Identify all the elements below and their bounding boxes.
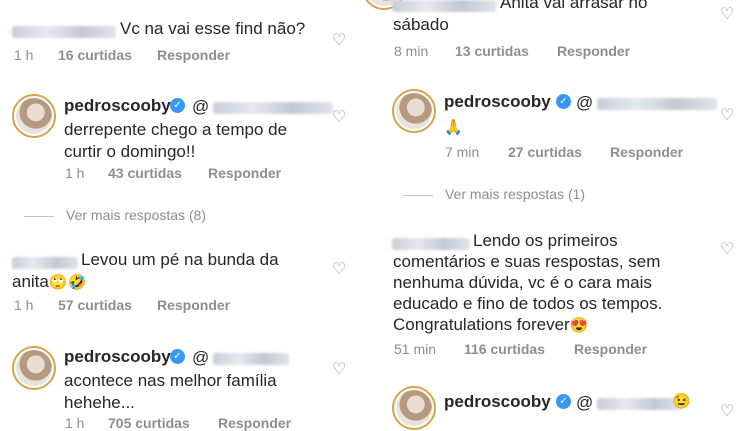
emoji: 🙏 bbox=[444, 119, 463, 136]
like-count[interactable]: 116 curtidas bbox=[464, 341, 545, 357]
comment-text-line2: anita🙄🤣 bbox=[12, 272, 87, 291]
divider bbox=[403, 194, 433, 196]
comment-text-line1: Levou um pé na bunda da bbox=[81, 250, 279, 269]
divider bbox=[24, 215, 54, 217]
heart-icon[interactable]: ♡ bbox=[720, 7, 736, 23]
reply-button[interactable]: Responder bbox=[610, 144, 683, 160]
username[interactable]: pedroscooby bbox=[444, 392, 551, 412]
reply-button[interactable]: Responder bbox=[557, 43, 630, 59]
heart-icon[interactable]: ♡ bbox=[332, 262, 348, 278]
username-redacted bbox=[392, 238, 470, 250]
comment-time: 1 h bbox=[65, 165, 85, 181]
comment-time: 7 min bbox=[445, 144, 480, 160]
reply-text-line2: curtir o domingo!! bbox=[64, 142, 196, 161]
comment-text-line5: Congratulations forever😍 bbox=[393, 315, 589, 334]
comment-text-line2: comentários e suas respostas, sem bbox=[393, 252, 661, 271]
comment-text-line3: nenhuma dúvida, vc é o cara mais bbox=[393, 273, 652, 292]
emoji: 🙄🤣 bbox=[48, 274, 87, 291]
comment-text-line2: sábado bbox=[393, 15, 449, 34]
reply-text-line1: derrepente chego a tempo de bbox=[64, 120, 288, 139]
like-count[interactable]: 16 curtidas bbox=[58, 47, 132, 63]
heart-icon[interactable]: ♡ bbox=[332, 33, 348, 49]
username-redacted bbox=[12, 257, 78, 269]
heart-icon[interactable]: ♡ bbox=[332, 110, 348, 126]
heart-icon[interactable]: ♡ bbox=[720, 404, 736, 420]
comment-time: 8 min bbox=[394, 43, 429, 59]
username-redacted bbox=[12, 26, 116, 38]
comment-text: Vc na vai esse find não? bbox=[120, 19, 306, 38]
comment-text-line1: Lendo os primeiros bbox=[473, 231, 618, 250]
verified-icon: ✓ bbox=[170, 98, 185, 113]
avatar[interactable] bbox=[12, 346, 56, 390]
username[interactable]: pedroscooby bbox=[64, 347, 171, 367]
like-count[interactable]: 27 curtidas bbox=[508, 144, 582, 160]
view-more-replies[interactable]: Ver mais respostas (1) bbox=[403, 186, 585, 202]
mention[interactable]: @ bbox=[576, 92, 718, 113]
reply-button[interactable]: Responder bbox=[157, 47, 230, 63]
mention[interactable]: @ bbox=[192, 347, 290, 368]
avatar[interactable] bbox=[392, 89, 436, 133]
reply-button[interactable]: Responder bbox=[157, 297, 230, 313]
view-more-replies[interactable]: Ver mais respostas (8) bbox=[24, 207, 206, 223]
comment-time: 1 h bbox=[65, 415, 85, 431]
mention[interactable]: @ bbox=[576, 392, 684, 413]
like-count[interactable]: 705 curtidas bbox=[108, 415, 190, 431]
reply-text-line2: hehehe... bbox=[64, 393, 135, 412]
username[interactable]: pedroscooby bbox=[444, 92, 551, 112]
reply-button[interactable]: Responder bbox=[574, 341, 647, 357]
reply-text-line1: acontece nas melhor família bbox=[64, 371, 277, 390]
comment-text-line1: Anita vai arrasar no bbox=[500, 0, 648, 12]
emoji: 😍 bbox=[569, 317, 589, 334]
comment-time: 1 h bbox=[14, 297, 34, 313]
verified-icon: ✓ bbox=[556, 94, 571, 109]
avatar[interactable] bbox=[392, 386, 436, 430]
heart-icon[interactable]: ♡ bbox=[720, 108, 736, 124]
emoji: 😉 bbox=[672, 393, 691, 410]
comment-time: 51 min bbox=[394, 341, 437, 357]
heart-icon[interactable]: ♡ bbox=[332, 362, 348, 378]
like-count[interactable]: 13 curtidas bbox=[455, 43, 529, 59]
comment-time: 1 h bbox=[14, 47, 34, 63]
verified-icon: ✓ bbox=[556, 394, 571, 409]
username[interactable]: pedroscooby bbox=[64, 96, 171, 116]
verified-icon: ✓ bbox=[170, 349, 185, 364]
username-redacted bbox=[392, 0, 496, 12]
reply-button[interactable]: Responder bbox=[208, 165, 281, 181]
reply-button[interactable]: Responder bbox=[218, 415, 291, 431]
mention[interactable]: @ bbox=[192, 96, 334, 117]
like-count[interactable]: 43 curtidas bbox=[108, 165, 182, 181]
heart-icon[interactable]: ♡ bbox=[720, 242, 736, 258]
like-count[interactable]: 57 curtidas bbox=[58, 297, 132, 313]
comment-text-line4: educado e fino de todos os tempos. bbox=[393, 294, 663, 313]
avatar[interactable] bbox=[12, 94, 56, 138]
